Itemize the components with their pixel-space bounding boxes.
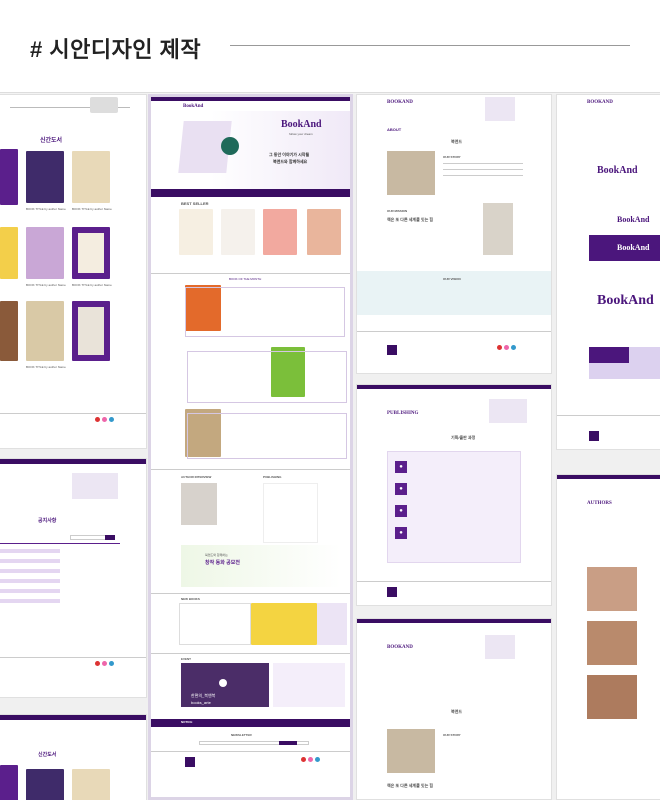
- book-cover[interactable]: [26, 227, 64, 279]
- header-divider: [230, 45, 630, 46]
- left-mockup-mid: 공지사항: [0, 458, 147, 698]
- play-icon[interactable]: [219, 679, 227, 687]
- document-icon: ●: [395, 505, 407, 517]
- left-mockup-bottom: 신간도서: [0, 714, 147, 800]
- house-icon: ●: [395, 527, 407, 539]
- book-cover[interactable]: [26, 301, 64, 361]
- page-title: # 시안디자인 제작: [30, 37, 202, 62]
- chat-icon: ●: [395, 483, 407, 495]
- author-photo: [587, 675, 637, 719]
- farright-mockup-authors: AUTHORS: [556, 474, 660, 800]
- lightbulb-icon: ●: [395, 461, 407, 473]
- book-cover[interactable]: [179, 209, 213, 255]
- farright-mockup: BOOKAND BookAnd BookAnd BookAnd BookAnd: [556, 94, 660, 450]
- header-illustration: [90, 97, 118, 113]
- section-title: 신간도서: [40, 138, 63, 144]
- bookshelf-photo: [387, 151, 435, 195]
- book-cover[interactable]: [221, 209, 255, 255]
- book-cover[interactable]: [72, 151, 110, 203]
- center-mockup-home: BookAnd BookAnd follow your dream 그 동안 이…: [148, 94, 353, 800]
- book-cover[interactable]: [263, 209, 297, 255]
- book-cover[interactable]: [72, 227, 110, 279]
- author-photo: [587, 567, 637, 611]
- book-cover[interactable]: [72, 301, 110, 361]
- contest-banner[interactable]: [181, 545, 341, 587]
- right-mockup-about: BOOKAND ABOUT 북앤드 OUR STORY OUR MISSION …: [356, 94, 552, 374]
- footer-logo: [185, 757, 195, 767]
- mockup-stage: 신간도서 BOOK TITLE by author Name BOOK TITL…: [0, 94, 660, 800]
- header-illustration: [72, 473, 118, 499]
- book-cover[interactable]: [26, 151, 64, 203]
- book-cover[interactable]: [307, 209, 341, 255]
- page-header: # 시안디자인 제작: [0, 0, 660, 93]
- subscribe-button[interactable]: [279, 741, 297, 745]
- left-mockup-top: 신간도서 BOOK TITLE by author Name BOOK TITL…: [0, 94, 147, 449]
- right-mockup-about-2: BOOKAND 북앤드 OUR STORY 책은 또 다른 세계를 잇는 힘: [356, 618, 552, 800]
- search-bar[interactable]: [151, 189, 350, 197]
- book-cover[interactable]: [251, 603, 317, 645]
- right-mockup-publishing: PUBLISHING 기획/출판 과정 ● ● ● ●: [356, 384, 552, 606]
- author-photo: [181, 483, 217, 525]
- bookshelf-photo: [483, 203, 513, 255]
- author-photo: [587, 621, 637, 665]
